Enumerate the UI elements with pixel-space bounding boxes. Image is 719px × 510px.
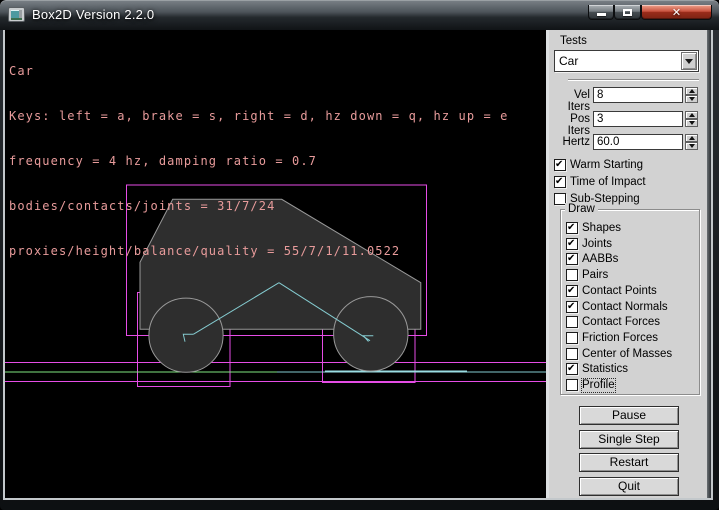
checkbox-icon[interactable] (566, 379, 578, 391)
stats-line-proxies: proxies/height/balance/quality = 55/7/1/… (9, 244, 508, 259)
pos-iters-field[interactable] (593, 111, 683, 127)
hertz-row: Hertz (549, 134, 707, 150)
pos-iters-up-button[interactable] (685, 111, 698, 119)
stats-line-frequency: frequency = 4 hz, damping ratio = 0.7 (9, 154, 508, 169)
checkbox-icon[interactable] (566, 253, 578, 265)
minimize-icon (597, 13, 606, 16)
checkbox-icon[interactable] (566, 332, 578, 344)
panel-right-shade (707, 30, 711, 498)
stats-line-test-name: Car (9, 64, 508, 79)
control-panel: Tests Car Vel Iters Pos Iters (549, 30, 707, 498)
stats-readout: Car Keys: left = a, brake = s, right = d… (9, 34, 508, 289)
draw-group-label: Draw (565, 203, 598, 215)
friction-forces-label: Friction Forces (582, 332, 658, 345)
center-of-masses-label: Center of Masses (582, 348, 672, 361)
left-wheel (149, 298, 223, 372)
hertz-down-button[interactable] (685, 142, 698, 150)
hertz-up-button[interactable] (685, 134, 698, 142)
app-icon-strip (11, 18, 22, 20)
checkbox-icon[interactable] (566, 301, 578, 313)
chevron-down-icon (685, 59, 693, 64)
contact-forces-label: Contact Forces (582, 316, 660, 329)
app-icon-screen (11, 10, 19, 18)
arrow-down-icon (689, 144, 695, 148)
time-of-impact-label: Time of Impact (570, 176, 646, 189)
vel-iters-up-button[interactable] (685, 87, 698, 95)
quit-button[interactable]: Quit (579, 477, 679, 496)
tests-dropdown[interactable]: Car (554, 50, 699, 72)
maximize-button[interactable] (614, 5, 641, 20)
joints-label: Joints (582, 238, 612, 251)
app-window: Box2D Version 2.2.0 ✕ (0, 0, 719, 510)
title-bar[interactable]: Box2D Version 2.2.0 ✕ (0, 0, 719, 30)
arrow-up-icon (689, 89, 695, 93)
right-wheel (334, 297, 408, 371)
vel-iters-row: Vel Iters (549, 87, 707, 103)
checkbox-icon[interactable] (554, 159, 566, 171)
contact-points-label: Contact Points (582, 285, 657, 298)
stats-line-keys: Keys: left = a, brake = s, right = d, hz… (9, 109, 508, 124)
aabbs-label: AABBs (582, 253, 618, 266)
pause-button[interactable]: Pause (579, 406, 679, 425)
checkbox-icon[interactable] (554, 176, 566, 188)
close-icon: ✕ (672, 6, 681, 19)
window-title: Box2D Version 2.2.0 (32, 7, 154, 22)
pos-iters-row: Pos Iters (549, 111, 707, 127)
tests-dropdown-button[interactable] (681, 52, 697, 70)
pos-iters-down-button[interactable] (685, 119, 698, 127)
window-content: Car Keys: left = a, brake = s, right = d… (3, 30, 713, 500)
app-icon (8, 7, 25, 22)
pairs-label: Pairs (582, 269, 608, 282)
hertz-field[interactable] (593, 134, 683, 150)
vel-iters-spinner (685, 87, 698, 103)
checkbox-icon[interactable] (566, 363, 578, 375)
separator (568, 79, 699, 81)
checkbox-icon[interactable] (566, 238, 578, 250)
maximize-icon (623, 9, 632, 16)
minimize-button[interactable] (588, 5, 614, 20)
checkbox-icon[interactable] (566, 285, 578, 297)
vel-iters-field[interactable] (593, 87, 683, 103)
warm-starting-label: Warm Starting (570, 159, 643, 172)
arrow-down-icon (689, 121, 695, 125)
vel-iters-down-button[interactable] (685, 95, 698, 103)
profile-label: Profile (582, 379, 615, 392)
app-icon-panel (19, 10, 22, 18)
tests-label: Tests (560, 35, 587, 47)
checkbox-icon[interactable] (566, 222, 578, 234)
contact-normals-label: Contact Normals (582, 301, 668, 314)
checkbox-icon[interactable] (566, 316, 578, 328)
single-step-button[interactable]: Single Step (579, 430, 679, 449)
hertz-label: Hertz (549, 136, 590, 148)
arrow-down-icon (689, 97, 695, 101)
arrow-up-icon (689, 113, 695, 117)
pos-iters-spinner (685, 111, 698, 127)
vel-iters-label: Vel Iters (549, 89, 590, 113)
hertz-spinner (685, 134, 698, 150)
statistics-label: Statistics (582, 363, 628, 376)
checkbox-icon[interactable] (566, 269, 578, 281)
simulation-canvas[interactable]: Car Keys: left = a, brake = s, right = d… (5, 30, 546, 498)
ground-edges (5, 372, 546, 373)
checkbox-icon[interactable] (566, 348, 578, 360)
close-button[interactable]: ✕ (641, 5, 712, 20)
arrow-up-icon (689, 136, 695, 140)
shapes-label: Shapes (582, 222, 621, 235)
tests-dropdown-value: Car (559, 54, 578, 68)
restart-button[interactable]: Restart (579, 453, 679, 472)
stats-line-bodies: bodies/contacts/joints = 31/7/24 (9, 199, 508, 214)
